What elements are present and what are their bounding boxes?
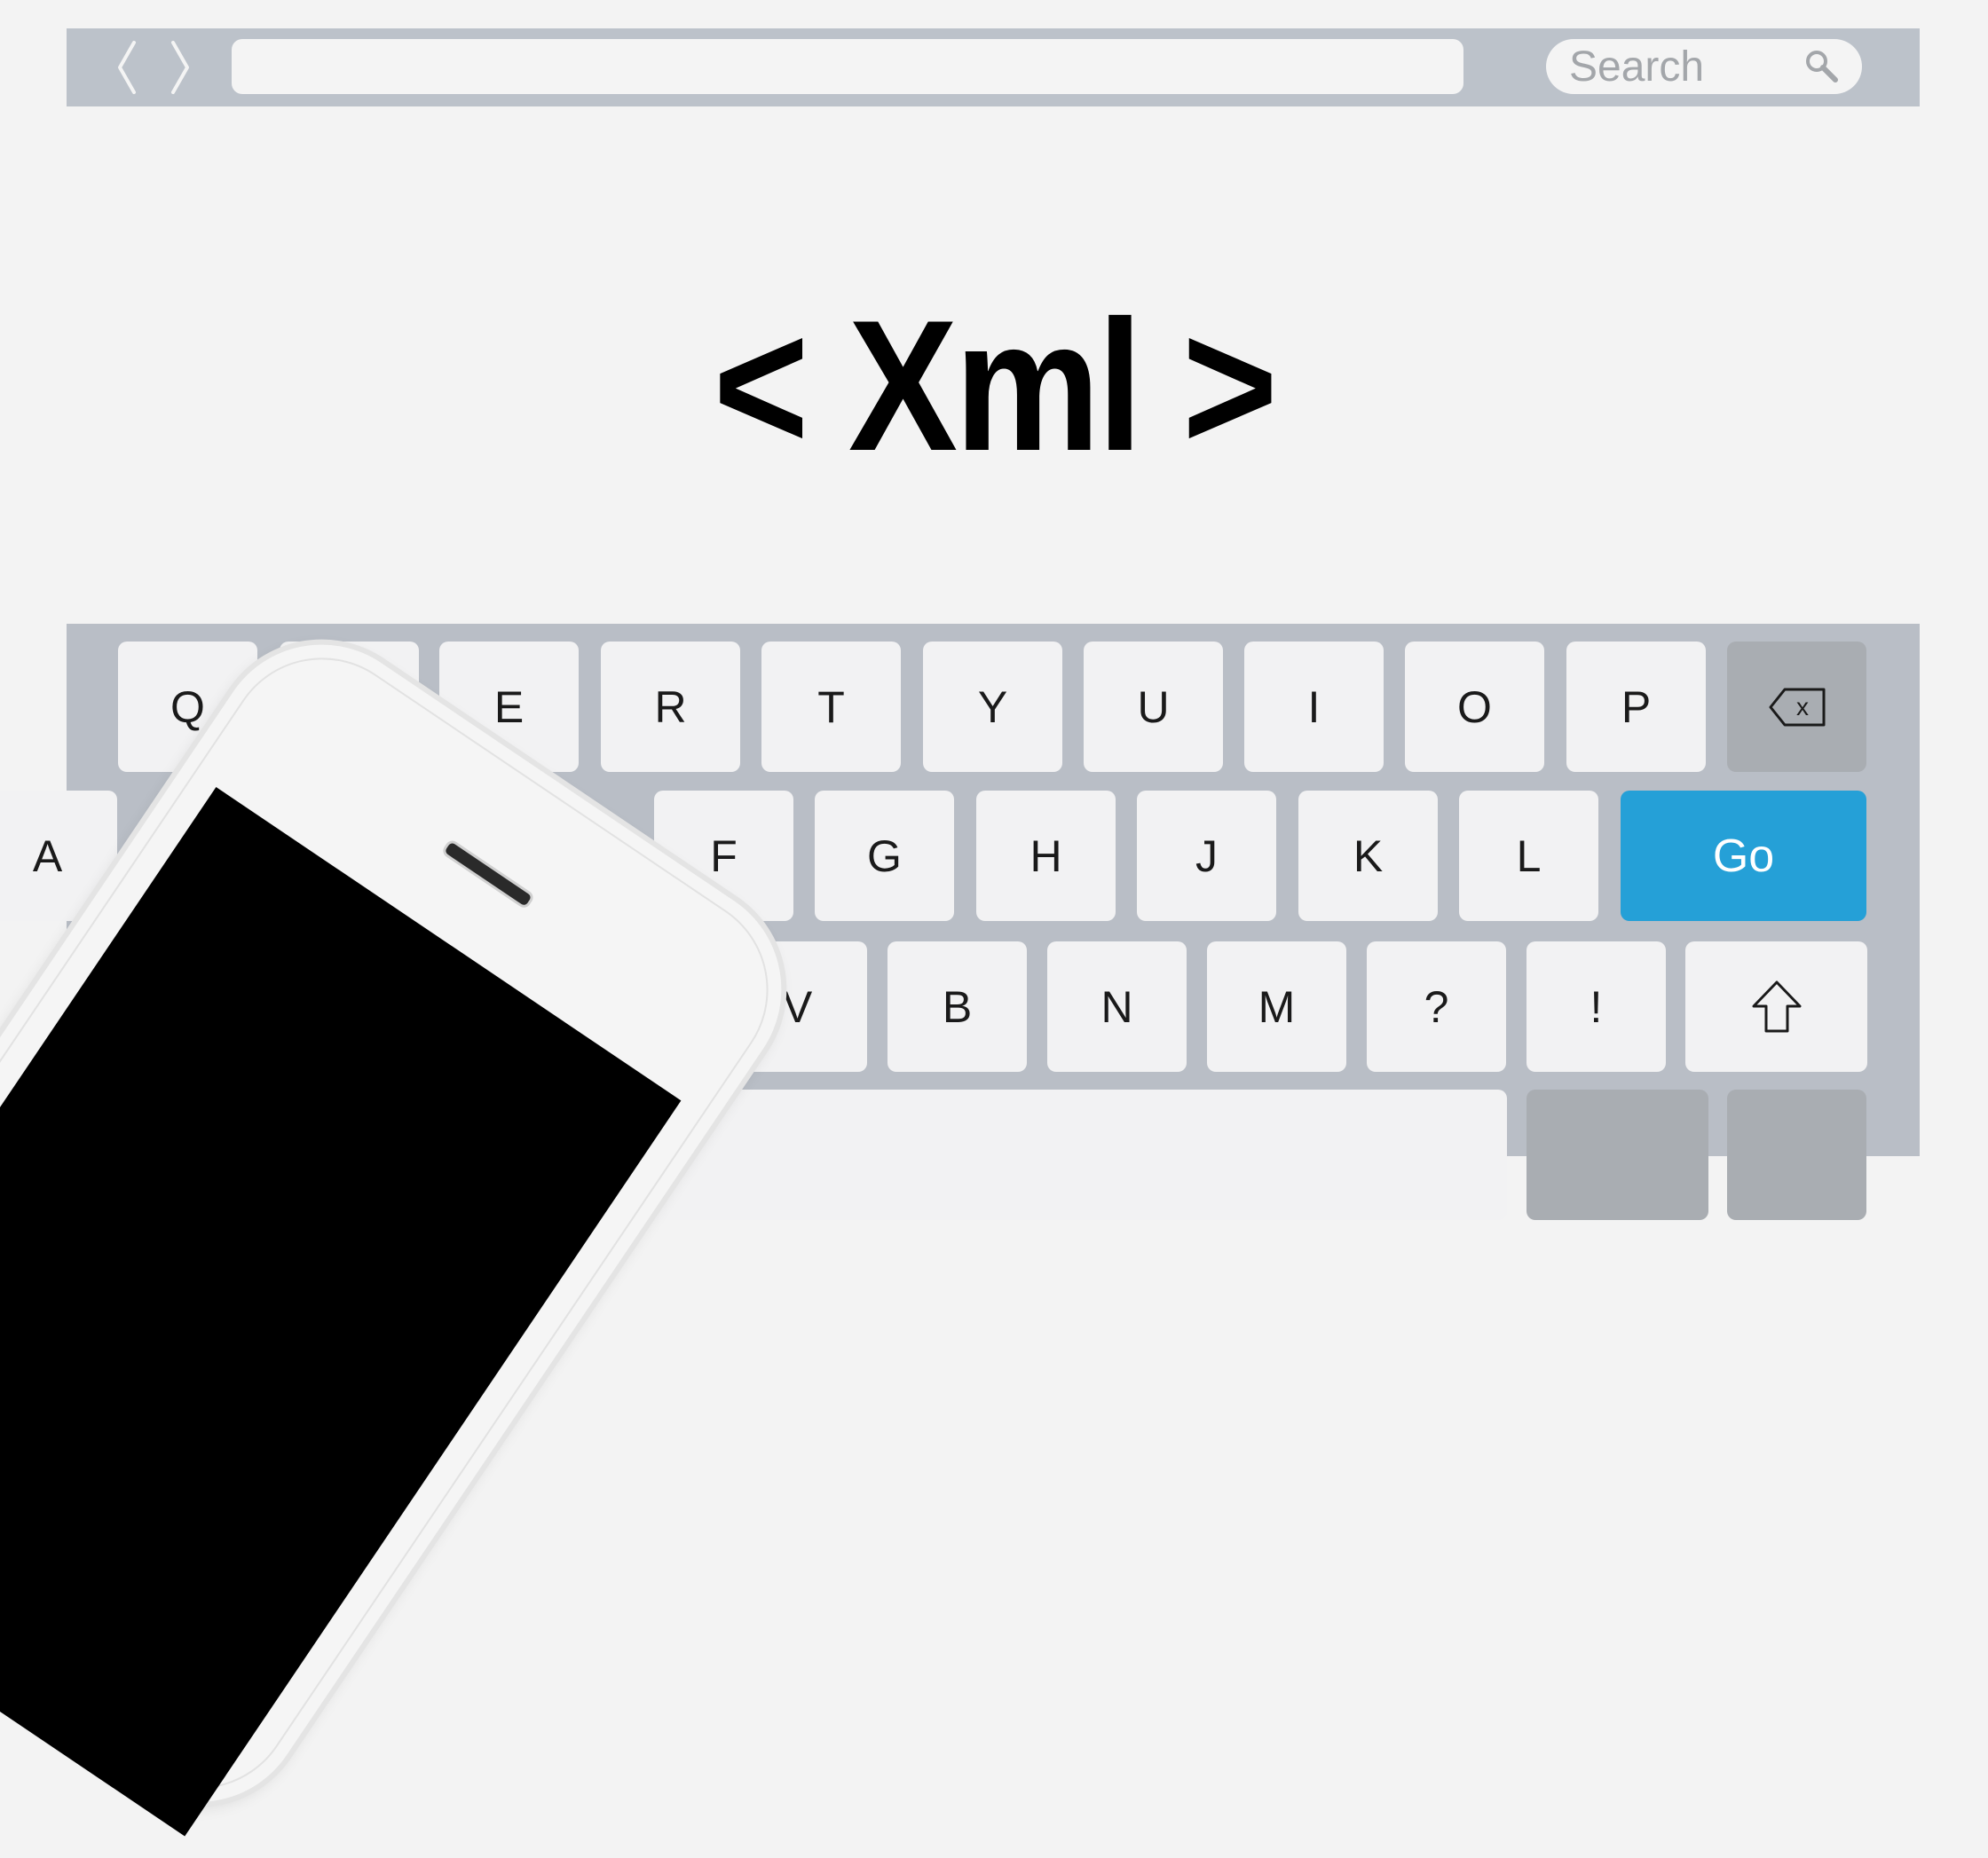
key-i[interactable]: I bbox=[1244, 642, 1384, 772]
page-headline: < Xml > bbox=[713, 281, 1278, 490]
key-h[interactable]: H bbox=[976, 791, 1116, 921]
key-r[interactable]: R bbox=[601, 642, 740, 772]
key-u[interactable]: U bbox=[1084, 642, 1223, 772]
search-box[interactable] bbox=[1546, 39, 1862, 94]
go-key[interactable]: Go bbox=[1621, 791, 1866, 921]
shift-key[interactable] bbox=[1685, 941, 1867, 1072]
key-n[interactable]: N bbox=[1047, 941, 1187, 1072]
key-m[interactable]: M bbox=[1207, 941, 1346, 1072]
key-t[interactable]: T bbox=[761, 642, 901, 772]
back-button[interactable] bbox=[109, 39, 145, 96]
search-input[interactable] bbox=[1546, 39, 1803, 94]
chevron-left-icon bbox=[118, 41, 136, 94]
backspace-icon: x bbox=[1769, 688, 1825, 726]
search-icon[interactable] bbox=[1803, 48, 1841, 85]
key-b[interactable]: B bbox=[888, 941, 1027, 1072]
key-j[interactable]: J bbox=[1137, 791, 1276, 921]
key-k[interactable]: K bbox=[1298, 791, 1438, 921]
space-key[interactable] bbox=[593, 1090, 1507, 1220]
chevron-right-icon bbox=[171, 41, 189, 94]
svg-text:x: x bbox=[1796, 693, 1809, 720]
key-g[interactable]: G bbox=[815, 791, 954, 921]
browser-toolbar bbox=[67, 28, 1920, 106]
key-y[interactable]: Y bbox=[923, 642, 1062, 772]
key-question[interactable]: ? bbox=[1367, 941, 1506, 1072]
key-l[interactable]: L bbox=[1459, 791, 1598, 921]
key-dismiss[interactable] bbox=[1727, 1090, 1866, 1220]
key-p[interactable]: P bbox=[1566, 642, 1706, 772]
address-bar[interactable] bbox=[232, 39, 1463, 94]
backspace-key[interactable]: x bbox=[1727, 642, 1866, 772]
key-numbers[interactable] bbox=[1526, 1090, 1708, 1220]
shift-up-arrow-icon bbox=[1752, 980, 1801, 1032]
forward-button[interactable] bbox=[162, 39, 198, 96]
key-o[interactable]: O bbox=[1405, 642, 1544, 772]
key-exclamation[interactable]: ! bbox=[1526, 941, 1666, 1072]
